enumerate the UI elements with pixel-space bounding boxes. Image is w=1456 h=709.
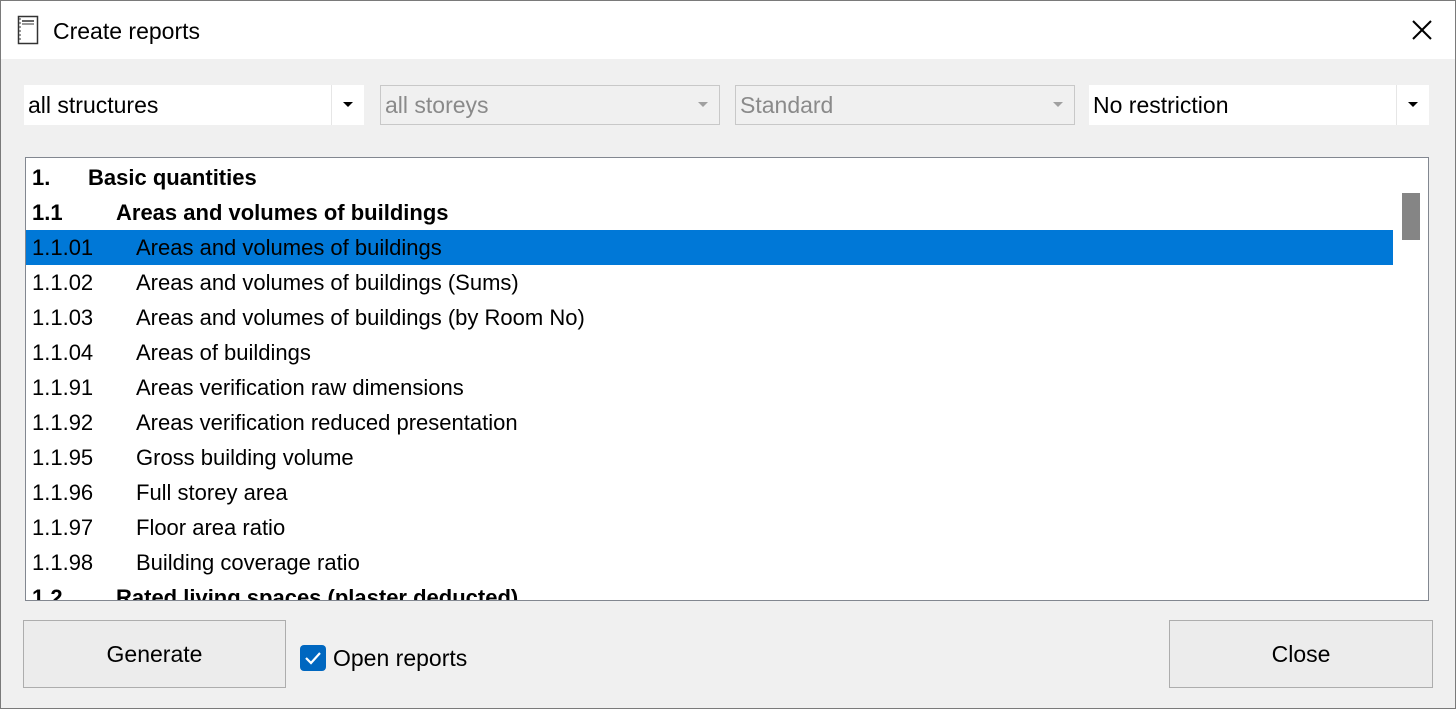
list-item-label: Areas of buildings [136,340,311,365]
scrollbar-thumb[interactable] [1402,193,1420,240]
list-item-number: 1. [32,165,51,190]
list-item-selected[interactable]: 1.1.01 Areas and volumes of buildings [26,230,1393,265]
list-item-number: 1.2 [32,585,63,601]
list-item-label: Areas and volumes of buildings (Sums) [136,270,519,295]
open-reports-label[interactable]: Open reports [333,642,467,674]
list-item-label: Areas and volumes of buildings (by Room … [136,305,585,330]
list-item-label: Building coverage ratio [136,550,360,575]
list-item-number: 1.1.04 [32,340,94,365]
restriction-dropdown[interactable]: No restriction [1089,85,1429,125]
list-item-label: Rated living spaces (plaster deducted) [116,585,519,601]
open-reports-checkbox[interactable] [300,645,326,671]
list-item[interactable]: 1.1.02 Areas and volumes of buildings (Su… [26,265,1393,300]
list-item[interactable]: 1.1.98 Building coverage ratio [26,545,1393,580]
list-item[interactable]: 1.2 Rated living spaces (plaster deducted… [26,580,1393,601]
structures-dropdown[interactable]: all structures [24,85,364,125]
list-item-label: Basic quantities [88,165,257,190]
list-item-number: 1.1.01 [32,235,94,260]
list-item-label: Floor area ratio [136,515,286,540]
restriction-dropdown-button[interactable] [1396,85,1429,125]
list-item-number: 1.1.91 [32,375,94,400]
structures-dropdown-button[interactable] [331,85,364,125]
chevron-down-icon [343,102,353,107]
list-item[interactable]: 1.1.91 Areas verification raw dimensions [26,370,1393,405]
chevron-down-icon [1053,102,1063,107]
close-icon[interactable] [1407,15,1437,45]
storeys-dropdown-button [687,86,719,124]
list-item[interactable]: 1.1.03 Areas and volumes of buildings (by… [26,300,1393,335]
storeys-dropdown-value: all storeys [385,92,489,118]
list-item-label: Gross building volume [136,445,354,470]
list-item-number: 1.1.96 [32,480,94,505]
list-item-label: Areas verification raw dimensions [136,375,464,400]
chevron-down-icon [698,102,708,107]
list-item[interactable]: 1.1.92 Areas verification reduced present… [26,405,1393,440]
list-item-label: Areas and volumes of buildings [136,235,442,260]
checkmark-icon [305,652,321,665]
list-item[interactable]: 1.1.96 Full storey area [26,475,1393,510]
list-item[interactable]: 1.1.97 Floor area ratio [26,510,1393,545]
list-item-number: 1.1.98 [32,550,94,575]
report-list[interactable]: 1. Basic quantities 1.1 Areas and volumes o… [25,157,1429,601]
list-item-label: Areas verification reduced presentation [136,410,518,435]
template-dropdown: Standard [735,85,1075,125]
list-item[interactable]: 1. Basic quantities [26,160,1393,195]
list-item-label: Areas and volumes of buildings [116,200,449,225]
close-button[interactable]: Close [1169,620,1433,688]
template-dropdown-value: Standard [740,92,834,118]
list-item[interactable]: 1.1.95 Gross building volume [26,440,1393,475]
storeys-dropdown: all storeys [380,85,720,125]
list-item-number: 1.1.97 [32,515,94,540]
list-item-number: 1.1.95 [32,445,94,470]
list-item[interactable]: 1.1.04 Areas of buildings [26,335,1393,370]
list-item-number: 1.1.92 [32,410,94,435]
notebook-icon [17,15,39,45]
vertical-scrollbar[interactable] [1393,158,1428,600]
window-title: Create reports [53,18,201,44]
template-dropdown-button [1042,86,1074,124]
list-item-number: 1.1.02 [32,270,94,295]
create-reports-dialog: Create reports all structures all storey… [0,0,1456,709]
list-item-number: 1.1.03 [32,305,94,330]
list-item-number: 1.1 [32,200,63,225]
list-item[interactable]: 1.1 Areas and volumes of buildings [26,195,1393,230]
structures-dropdown-value: all structures [28,92,159,118]
report-list-rows: 1. Basic quantities 1.1 Areas and volumes o… [26,160,1393,601]
generate-button[interactable]: Generate [23,620,286,688]
list-item-label: Full storey area [136,480,288,505]
chevron-down-icon [1408,102,1418,107]
restriction-dropdown-value: No restriction [1093,92,1229,118]
title-bar: Create reports [1,1,1455,59]
